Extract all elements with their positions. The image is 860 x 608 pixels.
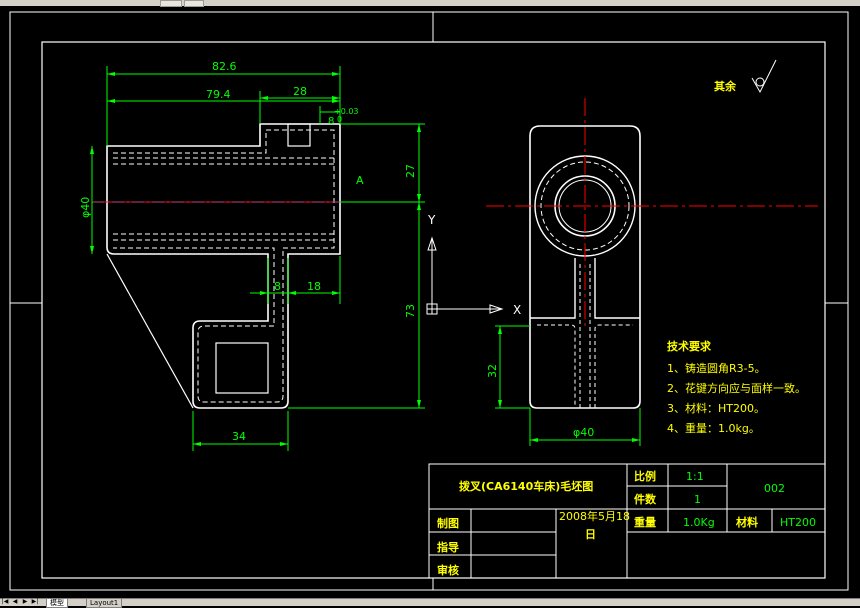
drawn-by-label: 制图: [437, 516, 459, 530]
material-label: 材料: [736, 515, 758, 529]
tech-req-item-4: 4、重量：1.0kg。: [667, 421, 760, 435]
roughness-symbol-icon: [751, 59, 777, 94]
dim-8-top: 8: [328, 116, 334, 127]
review-label: 审核: [437, 563, 459, 577]
dim-phi40-bottom: φ40: [573, 426, 594, 439]
tech-req-title: 技术要求: [667, 339, 712, 353]
dim-phi40-left: φ40: [79, 197, 92, 218]
tab-first-icon[interactable]: |◀: [1, 599, 9, 605]
drawing-svg: 82.6 79.4 28 8 +0.03 0 φ40 27 73 8 18 34…: [9, 11, 849, 591]
weight-value: 1.0Kg: [683, 516, 715, 529]
dimension-arrows: [90, 72, 421, 446]
front-view-outline: [106, 123, 341, 409]
label-a: A: [356, 174, 364, 187]
title-block-name: 拨叉(CA6140车床)毛坯图: [459, 479, 593, 493]
surface-note-label: 其余: [714, 79, 737, 93]
keyway-slot: [287, 123, 311, 147]
dim-8: 8: [274, 280, 281, 293]
dim-tolerance-lower: 0: [337, 115, 342, 124]
guide-label: 指导: [437, 540, 459, 554]
cad-application: 82.6 79.4 28 8 +0.03 0 φ40 27 73 8 18 34…: [0, 0, 860, 608]
ucs-y-label: Y: [427, 213, 436, 227]
qty-label: 件数: [634, 492, 657, 506]
side-dimension-lines: [495, 325, 641, 446]
tech-requirements: 技术要求 1、铸造圆角R3-5。 2、花键方向应与面样一致。 3、材料：HT20…: [667, 339, 806, 435]
material-value: HT200: [780, 516, 816, 529]
dim-73: 73: [404, 304, 417, 318]
tech-req-item-3: 3、材料：HT200。: [667, 401, 765, 415]
drawing-canvas[interactable]: 82.6 79.4 28 8 +0.03 0 φ40 27 73 8 18 34…: [0, 6, 860, 598]
tech-req-item-2: 2、花键方向应与面样一致。: [667, 381, 806, 395]
front-view: [92, 123, 345, 409]
tech-req-item-1: 1、铸造圆角R3-5。: [667, 361, 766, 375]
dim-79-4: 79.4: [206, 88, 231, 101]
dim-34: 34: [232, 430, 246, 443]
date-line-1: 2008年5月18: [559, 509, 630, 523]
dim-27: 27: [404, 164, 417, 178]
tab-last-icon[interactable]: ▶|: [31, 599, 39, 605]
tab-prev-icon[interactable]: ◀: [11, 599, 19, 605]
scale-label: 比例: [634, 469, 656, 483]
dim-32: 32: [486, 364, 499, 378]
qty-value: 1: [694, 493, 701, 506]
dim-82-6: 82.6: [212, 60, 237, 73]
ucs-x-label: X: [513, 303, 521, 317]
pocket-rect: [215, 342, 269, 394]
tab-next-icon[interactable]: ▶: [21, 599, 29, 605]
side-view: [486, 98, 818, 409]
ucs-icon: [426, 236, 504, 315]
scale-value: 1:1: [686, 470, 704, 483]
dim-18: 18: [307, 280, 321, 293]
drawing-number: 002: [764, 482, 785, 495]
tab-model[interactable]: 模型: [46, 598, 68, 608]
sheet-inner-border: [41, 41, 826, 579]
front-view-hidden-edges: [113, 129, 335, 403]
rib-edge: [106, 253, 194, 409]
date-line-2: 日: [585, 528, 596, 541]
tab-layout1[interactable]: Layout1: [86, 598, 123, 608]
side-dimension-arrows: [498, 326, 640, 442]
dim-28: 28: [293, 85, 307, 98]
weight-label: 重量: [634, 515, 656, 529]
